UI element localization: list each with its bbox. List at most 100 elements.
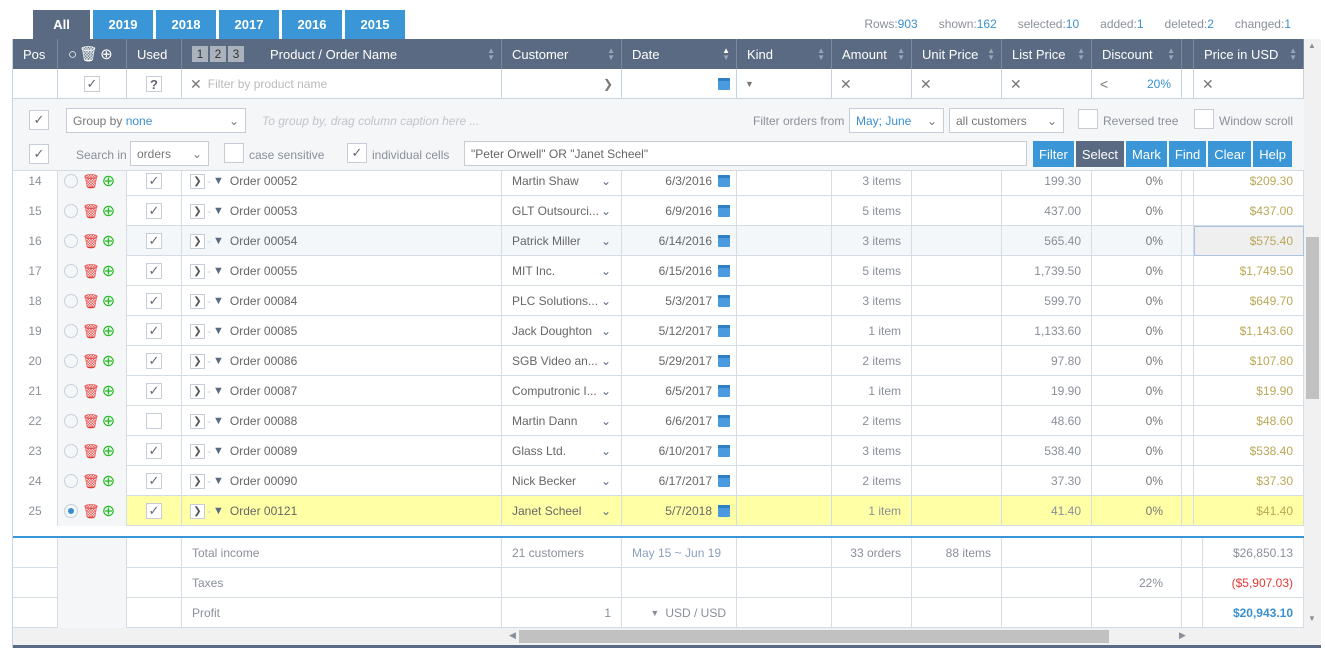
calendar-icon[interactable] [718,235,730,247]
calendar-icon[interactable] [718,78,730,90]
chevron-down-icon[interactable]: ⌄ [601,204,611,218]
calendar-icon[interactable] [718,445,730,457]
chevron-down-icon[interactable]: ▼ [213,445,224,457]
clear-icon[interactable]: ✕ [1202,76,1214,93]
add-icon[interactable]: ⊕ [102,291,115,311]
add-icon[interactable]: ⊕ [102,201,115,221]
scroll-up-icon[interactable]: ▲ [1308,41,1316,50]
chevron-down-icon[interactable]: ⌄ [601,414,611,428]
add-icon[interactable]: ⊕ [102,471,115,491]
table-row[interactable]: 25 🗑 ⊕ ✓ ❯ - ▼ Order 00121 Janet Scheel ⌄ 5/7/2018… [13,496,1304,526]
tab-2015[interactable]: 2015 [345,10,405,39]
delete-icon[interactable]: 🗑 [82,233,100,250]
scrollbar-thumb[interactable] [519,630,1109,643]
scroll-down-icon[interactable]: ▼ [1308,614,1316,623]
table-row[interactable]: 14 🗑 ⊕ ✓ ❯ - ▼ Order 00052 Martin Shaw ⌄ 6/3/2016 3… [13,171,1304,196]
used-checkbox[interactable]: ✓ [146,233,162,249]
add-icon[interactable]: ⊕ [102,321,115,341]
select-button[interactable]: Select [1075,141,1125,167]
table-row[interactable]: 19 🗑 ⊕ ✓ ❯ - ▼ Order 00085 Jack Doughton ⌄ 5/12/20… [13,316,1304,346]
clear-icon[interactable]: ✕ [920,76,932,93]
operator[interactable]: < [1100,76,1108,92]
column-header[interactable]: List Price ▲ ▼ [1002,39,1092,69]
used-checkbox[interactable]: ✓ [146,263,162,279]
calendar-icon[interactable] [718,415,730,427]
scrollbar-thumb[interactable] [1306,237,1319,399]
chevron-down-icon[interactable]: ⌄ [601,294,611,308]
column-header[interactable]: Amount ▲ ▼ [832,39,912,69]
delete-icon[interactable]: 🗑 [82,473,100,490]
calendar-icon[interactable] [718,475,730,487]
case-sensitive-checkbox[interactable] [224,143,244,163]
delete-icon[interactable]: 🗑 [82,383,100,400]
chevron-down-icon[interactable]: ⌄ [601,384,611,398]
expand-icon[interactable]: ❯ [190,413,205,429]
expand-icon[interactable]: ❯ [190,203,205,219]
table-row[interactable]: 17 🗑 ⊕ ✓ ❯ - ▼ Order 00055 MIT Inc. ⌄ 6/15/2016 5 i… [13,256,1304,286]
used-filter-toggle[interactable]: ? [146,76,162,92]
chevron-down-icon[interactable]: ▼ [213,505,224,517]
calendar-icon[interactable] [718,205,730,217]
used-checkbox[interactable]: ✓ [146,383,162,399]
search-toggle-checkbox[interactable]: ✓ [29,144,49,164]
select-radio[interactable] [64,294,78,308]
chevron-down-icon[interactable]: ▼ [213,175,224,187]
sort-icon[interactable]: ▲ ▼ [1289,47,1297,62]
chevron-down-icon[interactable]: ⌄ [601,324,611,338]
add-icon[interactable]: ⊕ [102,441,115,461]
level-button[interactable]: 2 [210,46,226,62]
sort-icon[interactable]: ▲ ▼ [607,47,615,62]
amount-filter[interactable]: ✕ [832,69,912,99]
chevron-down-icon[interactable]: ⌄ [601,174,611,188]
expand-icon[interactable]: ❯ [190,503,205,519]
clear-icon[interactable]: ✕ [1010,76,1022,93]
used-checkbox[interactable] [146,413,162,429]
mark-button[interactable]: Mark [1126,141,1167,167]
vertical-scrollbar[interactable]: ▲ ▼ [1304,39,1321,648]
window-scroll-checkbox[interactable] [1194,109,1214,129]
select-radio[interactable] [64,444,78,458]
group-by-select[interactable]: Group by none ⌄ [66,108,246,133]
used-checkbox[interactable]: ✓ [146,443,162,459]
discount-filter[interactable]: <20% [1092,69,1182,99]
list-price-filter[interactable]: ✕ [1002,69,1092,99]
product-filter-input[interactable]: Filter by product name [208,77,327,91]
sort-icon[interactable]: ▲ ▼ [817,47,825,62]
column-header[interactable]: Discount ▲ ▼ [1092,39,1182,69]
column-header[interactable]: Customer ▲ ▼ [502,39,622,69]
chevron-down-icon[interactable]: ⌄ [601,234,611,248]
customer-filter[interactable]: ❯ [502,69,622,99]
add-icon[interactable]: ⊕ [102,261,115,281]
level-button[interactable]: 3 [228,46,244,62]
expand-icon[interactable]: ❯ [190,473,205,489]
group-toggle-checkbox[interactable]: ✓ [29,110,49,130]
used-checkbox[interactable]: ✓ [146,203,162,219]
column-header[interactable]: Used [127,39,182,69]
filter-months-select[interactable]: May; June ⌄ [849,108,944,133]
chevron-down-icon[interactable]: ▼ [213,205,224,217]
table-row[interactable]: 15 🗑 ⊕ ✓ ❯ - ▼ Order 00053 GLT Outsourci... ⌄ 6/9/… [13,196,1304,226]
select-radio[interactable] [64,354,78,368]
help-button[interactable]: Help [1253,141,1293,167]
delete-icon[interactable]: 🗑 [82,503,100,520]
tab-all[interactable]: All [33,10,90,39]
table-row[interactable]: 22 🗑 ⊕ ❯ - ▼ Order 00088 Martin Dann ⌄ 6/6/2017 2 … [13,406,1304,436]
calendar-icon[interactable] [718,265,730,277]
column-header[interactable]: Price in USD ▲ ▼ [1194,39,1304,69]
select-radio[interactable] [64,384,78,398]
unit-price-filter[interactable]: ✕ [912,69,1002,99]
column-header[interactable]: Unit Price ▲ ▼ [912,39,1002,69]
kind-filter[interactable]: ▼ [737,69,832,99]
sort-icon[interactable]: ▲ ▼ [487,47,495,62]
used-checkbox[interactable]: ✓ [146,293,162,309]
reversed-tree-checkbox[interactable] [1078,109,1098,129]
delete-icon[interactable]: 🗑 [82,353,100,370]
scroll-right-icon[interactable]: ▶ [1179,630,1186,641]
select-radio[interactable] [64,174,78,188]
select-radio[interactable] [64,264,78,278]
used-checkbox[interactable]: ✓ [146,173,162,189]
column-header[interactable]: 1 2 3 Product / Order Name ▲ ▼ [182,39,502,69]
chevron-down-icon[interactable]: ▼ [213,385,224,397]
calendar-icon[interactable] [718,175,730,187]
add-icon[interactable]: ⊕ [102,411,115,431]
